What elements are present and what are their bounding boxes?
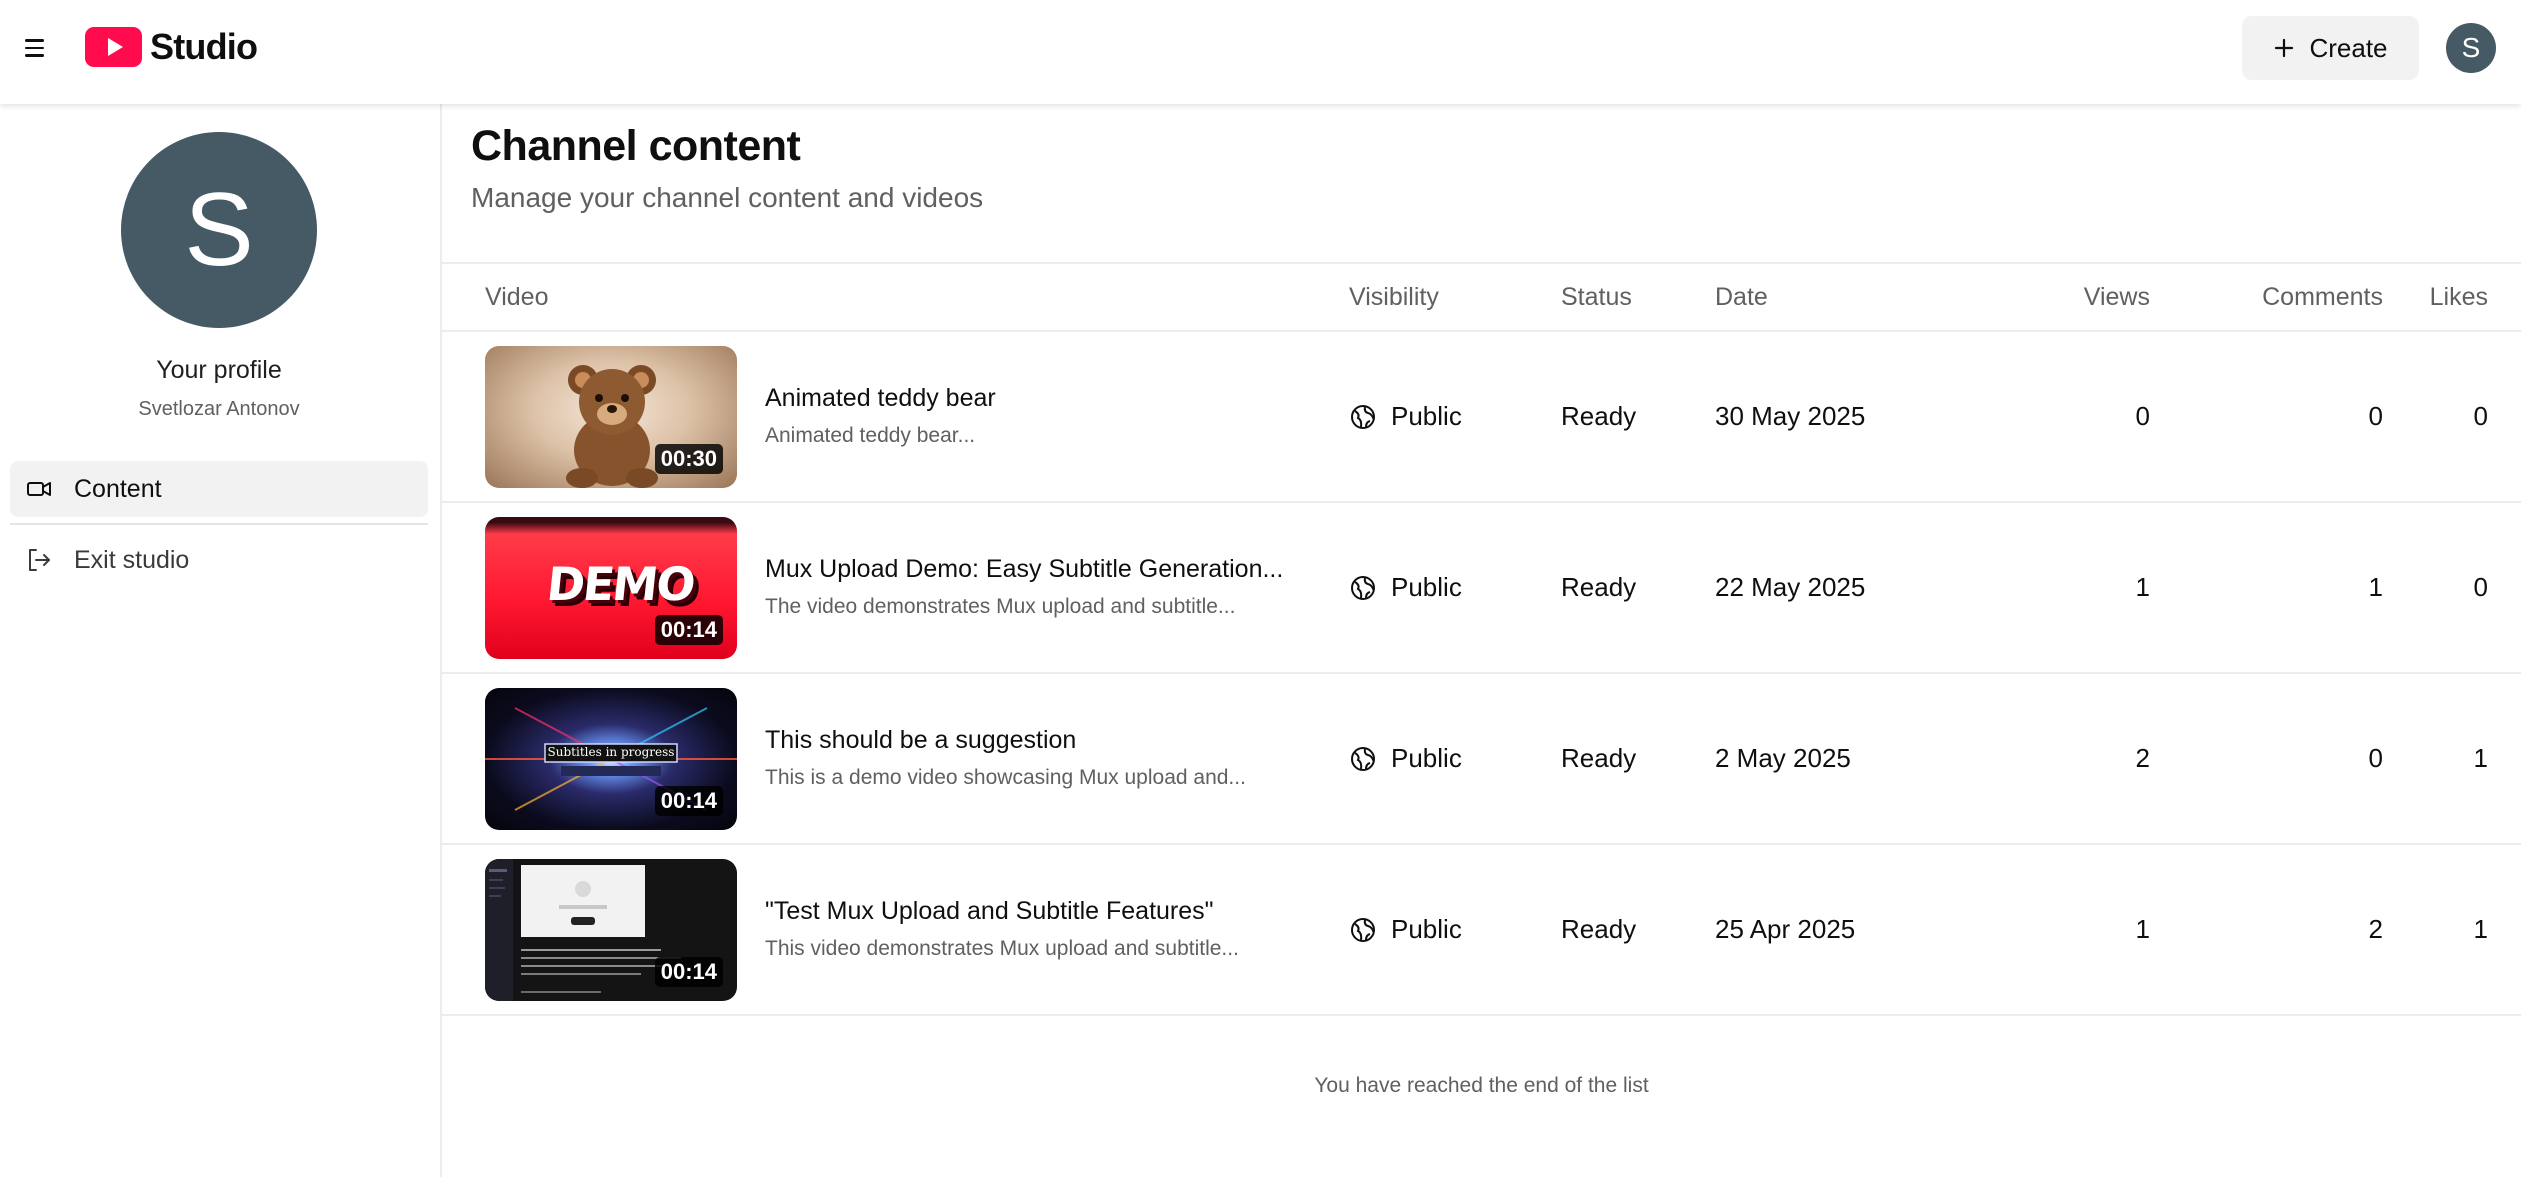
video-description: This is a demo video showcasing Mux uplo… [765,766,1246,789]
page-subtitle: Manage your channel content and videos [471,182,984,213]
video-title[interactable]: This should be a suggestion [765,726,1076,755]
status-value: Ready [1561,743,1637,773]
globe-icon [1351,575,1375,600]
sidebar-item-label: Content [74,474,162,503]
create-label: Create [2309,32,2388,63]
video-duration: 00:14 [654,957,723,987]
column-header-date: Date [1715,282,1768,311]
video-title[interactable]: Mux Upload Demo: Easy Subtitle Generatio… [765,555,1283,584]
visibility-value: Public [1391,914,1462,944]
column-header-comments: Comments [2262,282,2383,311]
column-header-video: Video [485,282,549,311]
table-row[interactable]: 00:14 "Test Mux Upload and Subtitle Feat… [442,845,2521,1016]
likes-value: 1 [2473,743,2488,773]
visibility-cell: Public [1349,332,1462,501]
video-duration: 00:30 [654,444,723,474]
profile-avatar[interactable]: S [121,132,317,328]
comments-value: 0 [2368,401,2383,431]
sidebar-item-content[interactable]: Content [10,461,428,517]
visibility-value: Public [1391,572,1462,602]
table-row[interactable]: DEMO 00:14 Mux Upload Demo: Easy Subtitl… [442,503,2521,674]
comments-value: 0 [2368,743,2383,773]
globe-icon [1351,917,1375,942]
video-description: The video demonstrates Mux upload and su… [765,595,1236,618]
profile-label[interactable]: Your profile [0,356,438,385]
date-value: 22 May 2025 [1715,572,1866,602]
video-thumbnail[interactable]: Subtitles in progress 00:14 [485,688,737,830]
visibility-cell: Public [1349,503,1462,672]
thumbnail-demo-text: DEMO [544,557,697,611]
profile-name: Svetlozar Antonov [138,398,300,420]
likes-value: 0 [2473,572,2488,602]
video-thumbnail[interactable]: 00:14 [485,859,737,1001]
app-name: Studio [150,26,258,67]
video-description: This video demonstrates Mux upload and s… [765,937,1239,960]
globe-icon [1351,404,1375,429]
sidebar: S Your profile Svetlozar Antonov Content… [0,104,442,1177]
video-camera-icon [24,474,54,504]
status-value: Ready [1561,401,1637,431]
top-bar: Studio Create S [0,0,2521,104]
visibility-value: Public [1391,743,1462,773]
views-value: 0 [2135,401,2150,431]
video-thumbnail[interactable]: DEMO 00:14 [485,517,737,659]
status-value: Ready [1561,914,1637,944]
comments-value: 1 [2368,572,2383,602]
visibility-value: Public [1391,401,1462,431]
status-value: Ready [1561,572,1637,602]
column-header-views: Views [2083,282,2150,311]
date-value: 25 Apr 2025 [1715,914,1856,944]
video-description: Animated teddy bear... [765,424,976,447]
sidebar-item-exit-studio[interactable]: Exit studio [10,532,428,588]
table-row[interactable]: Subtitles in progress 00:14 This should … [442,674,2521,845]
visibility-cell: Public [1349,674,1462,843]
column-header-status: Status [1561,282,1632,311]
video-title[interactable]: "Test Mux Upload and Subtitle Features" [765,897,1214,926]
table-header: Video Visibility Status Date Views Comme… [442,262,2521,332]
thumbnail-subtitles-text: Subtitles in progress [547,745,675,759]
end-of-list-note: You have reached the end of the list [1314,1074,1649,1097]
video-title[interactable]: Animated teddy bear [765,384,996,413]
table-row[interactable]: 00:30 Animated teddy bear Animated teddy… [442,332,2521,503]
plus-icon [2275,38,2294,58]
menu-icon[interactable] [14,28,54,68]
date-value: 30 May 2025 [1715,401,1866,431]
views-value: 1 [2135,572,2150,602]
user-avatar[interactable]: S [2446,23,2496,73]
video-thumbnail[interactable]: 00:30 [485,346,737,488]
main-content: Channel content Manage your channel cont… [442,104,2521,1177]
play-logo-icon [85,27,142,67]
video-duration: 00:14 [654,615,723,645]
page-title: Channel content [471,122,801,170]
column-header-visibility: Visibility [1349,282,1439,311]
comments-value: 2 [2368,914,2383,944]
sidebar-divider [10,523,428,525]
exit-icon [24,545,54,575]
video-duration: 00:14 [654,786,723,816]
visibility-cell: Public [1349,845,1462,1014]
likes-value: 0 [2473,401,2488,431]
create-button[interactable]: Create [2242,16,2419,80]
views-value: 1 [2135,914,2150,944]
likes-value: 1 [2473,914,2488,944]
column-header-likes: Likes [2429,282,2488,311]
views-value: 2 [2135,743,2150,773]
content-table: Video Visibility Status Date Views Comme… [442,262,2521,1016]
globe-icon [1351,746,1375,771]
studio-logo[interactable]: Studio [85,26,258,68]
date-value: 2 May 2025 [1715,743,1851,773]
sidebar-item-label: Exit studio [74,545,190,574]
